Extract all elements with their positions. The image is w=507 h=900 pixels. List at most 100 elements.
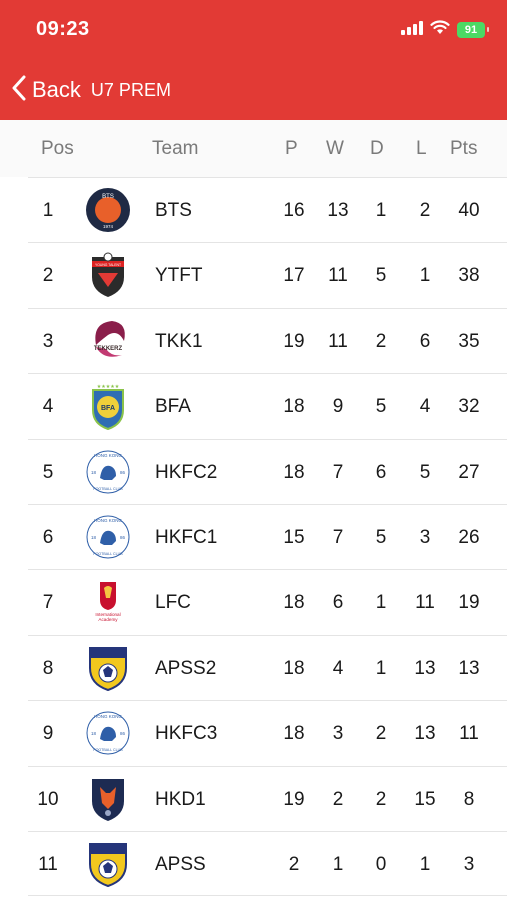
- lost: 5: [419, 461, 431, 483]
- col-header-team: Team: [152, 138, 199, 159]
- battery-indicator: 91: [457, 22, 489, 38]
- logo-year-right: 86: [120, 470, 126, 475]
- lost: 2: [419, 200, 431, 221]
- table-row[interactable]: 10 HKD1 19 2 2 15 8: [28, 765, 507, 831]
- table-row[interactable]: 11 APSS 2 1 0 1 3: [28, 830, 507, 897]
- back-button[interactable]: Back: [12, 75, 81, 106]
- logo-sub: FOOTBALL CLUB: [93, 487, 123, 491]
- logo-year-left: 18: [91, 470, 97, 475]
- position: 6: [42, 526, 54, 548]
- drawn: 1: [375, 657, 387, 679]
- drawn: 2: [375, 330, 387, 352]
- position: 1: [42, 200, 54, 221]
- logo-text: HONG KONG: [94, 453, 123, 458]
- table-row[interactable]: 8 APSS2 18 4 1 13 13: [28, 634, 507, 700]
- points: 40: [458, 200, 480, 221]
- won: 11: [328, 330, 348, 352]
- logo-text: YOUNG TALENT: [95, 263, 121, 267]
- team-name: APSS2: [155, 657, 217, 679]
- played: 18: [283, 461, 305, 483]
- won: 4: [332, 657, 344, 679]
- apss-shield-icon: [82, 644, 134, 692]
- logo-year-left: 18: [91, 731, 97, 736]
- position: 10: [37, 788, 59, 810]
- hkd-fox-shield-icon: [82, 775, 134, 823]
- table-row[interactable]: 5 HONG KONG 18 86 FOOTBALL CLUB HKFC2 18…: [28, 438, 507, 504]
- hong-kong-football-club-icon: HONG KONG 18 86 FOOTBALL CLUB: [82, 513, 134, 561]
- drawn: 5: [375, 526, 387, 548]
- lost: 3: [419, 526, 431, 548]
- points: 8: [463, 788, 475, 810]
- drawn: 0: [375, 853, 387, 875]
- hong-kong-football-club-icon: HONG KONG 18 86 FOOTBALL CLUB: [82, 448, 134, 496]
- logo-text: BTS: [102, 194, 114, 200]
- team-name: YTFT: [155, 265, 203, 287]
- logo-text: HONG KONG: [94, 714, 123, 719]
- logo-sub: FOOTBALL CLUB: [93, 748, 123, 752]
- logo-text: TEKKERZ: [94, 346, 123, 352]
- table-header: Pos Team P W D L Pts: [0, 120, 507, 177]
- drawn: 2: [375, 723, 387, 745]
- logo-year-right: 86: [120, 535, 126, 540]
- table-row[interactable]: 3 TEKKERZ TKK1 19 11 2 6 35: [28, 307, 507, 373]
- points: 35: [458, 330, 480, 352]
- team-name: HKFC1: [155, 526, 218, 548]
- logo-sub: Academy: [98, 617, 118, 622]
- team-name: HKFC3: [155, 723, 218, 745]
- standings-table: 1 BTS 1974 BTS 16 13 1 2 40 2 YOUNG TALE…: [0, 177, 507, 897]
- won: 1: [332, 853, 344, 875]
- position: 11: [38, 853, 58, 875]
- lost: 13: [414, 723, 436, 745]
- points: 19: [458, 592, 480, 614]
- position: 8: [42, 657, 54, 679]
- won: 3: [332, 723, 344, 745]
- won: 9: [332, 396, 344, 418]
- table-row[interactable]: 6 HONG KONG 18 86 FOOTBALL CLUB HKFC1 15…: [28, 503, 507, 569]
- bts-badge-icon: BTS 1974: [82, 186, 134, 234]
- wifi-icon: [430, 20, 450, 40]
- table-row[interactable]: 1 BTS 1974 BTS 16 13 1 2 40: [28, 177, 507, 242]
- position: 2: [42, 265, 54, 287]
- status-time: 09:23: [36, 18, 90, 40]
- logo-text: BFA: [101, 405, 115, 412]
- won: 7: [332, 461, 344, 483]
- won: 7: [332, 526, 344, 548]
- col-header-d: D: [370, 138, 384, 159]
- logo-year: 1974: [103, 224, 114, 229]
- position: 4: [42, 396, 54, 418]
- played: 19: [283, 788, 305, 810]
- back-label: Back: [32, 77, 81, 102]
- svg-text:★★★★★: ★★★★★: [97, 384, 120, 390]
- col-header-l: L: [416, 138, 427, 159]
- team-name: TKK1: [155, 330, 203, 352]
- played: 18: [283, 396, 305, 418]
- table-row[interactable]: 4 BFA ★★★★★ BFA 18 9 5 4 32: [28, 373, 507, 438]
- col-header-p: P: [285, 138, 298, 159]
- won: 13: [327, 200, 349, 221]
- team-name: HKFC2: [155, 461, 218, 483]
- position: 7: [42, 592, 54, 614]
- status-icons: 91: [401, 20, 489, 40]
- table-row[interactable]: 2 YOUNG TALENT YTFT 17 11 5 1 38: [28, 242, 507, 307]
- team-name: BTS: [155, 200, 192, 221]
- played: 16: [283, 200, 305, 221]
- chevron-left-icon: [12, 75, 26, 106]
- played: 17: [283, 265, 305, 287]
- col-header-w: W: [326, 138, 344, 159]
- won: 6: [332, 592, 344, 614]
- played: 18: [283, 723, 305, 745]
- drawn: 5: [375, 265, 387, 287]
- table-row[interactable]: 9 HONG KONG 18 86 FOOTBALL CLUB HKFC3 18…: [28, 700, 507, 765]
- team-name: APSS: [155, 853, 206, 875]
- drawn: 5: [375, 396, 387, 418]
- drawn: 1: [375, 592, 387, 614]
- drawn: 2: [375, 788, 387, 810]
- won: 2: [332, 788, 344, 810]
- points: 32: [458, 396, 480, 418]
- logo-year-right: 86: [120, 731, 126, 736]
- lost: 1: [419, 265, 431, 287]
- points: 11: [459, 723, 479, 745]
- table-row[interactable]: 7 International Academy LFC 18 6 1 11 19: [28, 569, 507, 634]
- position: 3: [42, 330, 54, 352]
- col-header-pos: Pos: [41, 138, 74, 159]
